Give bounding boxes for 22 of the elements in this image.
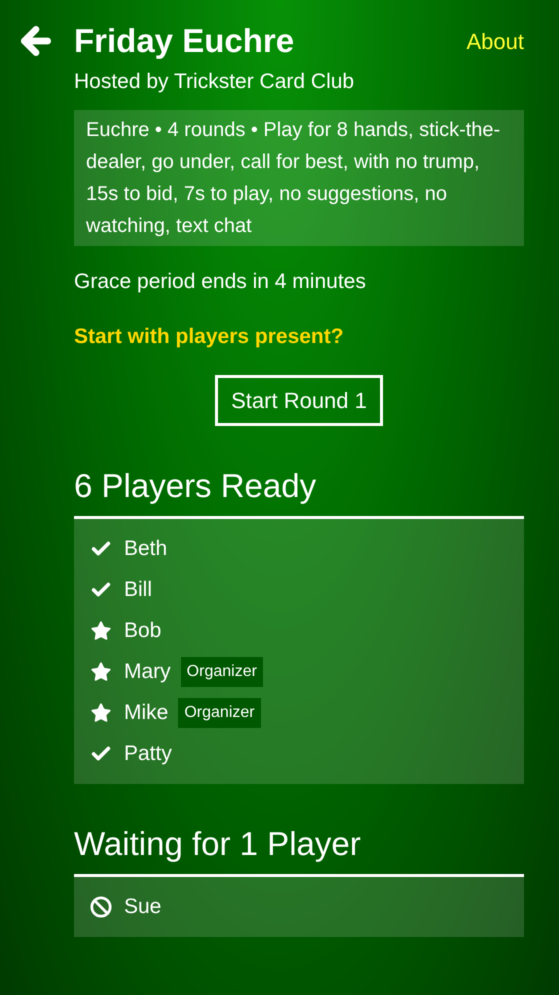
player-name: Mike <box>124 700 168 726</box>
player-name: Patty <box>124 740 172 767</box>
player-name: Mary <box>124 658 171 685</box>
about-link[interactable]: About <box>466 24 524 58</box>
player-name: Bob <box>124 618 162 644</box>
player-name: Sue <box>124 894 162 920</box>
start-round-button[interactable]: Start Round 1 <box>215 374 383 426</box>
no-entry-icon <box>90 896 112 918</box>
host-text: Hosted by Trickster Card Club <box>74 69 356 95</box>
star-icon <box>90 660 112 682</box>
start-prompt: Start with players present? <box>74 324 345 350</box>
game-description: Euchre • 4 rounds • Play for 8 hands, stick-the-dealer, go under, call for best, with no trump, 15s to bid, 7s to play, no suggestions, no watching, text chat <box>74 110 524 246</box>
organizer-tag: Organizer <box>180 656 263 686</box>
star-icon <box>90 620 112 642</box>
player-name: Bill <box>124 576 152 603</box>
player-name: Beth <box>124 536 168 562</box>
page-title: Friday Euchre <box>74 21 294 61</box>
organizer-tag: Organizer <box>178 698 261 728</box>
star-icon <box>90 702 112 724</box>
grace-period-text: Grace period ends in 4 minutes <box>74 268 367 294</box>
section-heading: Waiting for 1 Player <box>74 824 524 876</box>
section-heading: 6 Players Ready <box>74 466 524 518</box>
